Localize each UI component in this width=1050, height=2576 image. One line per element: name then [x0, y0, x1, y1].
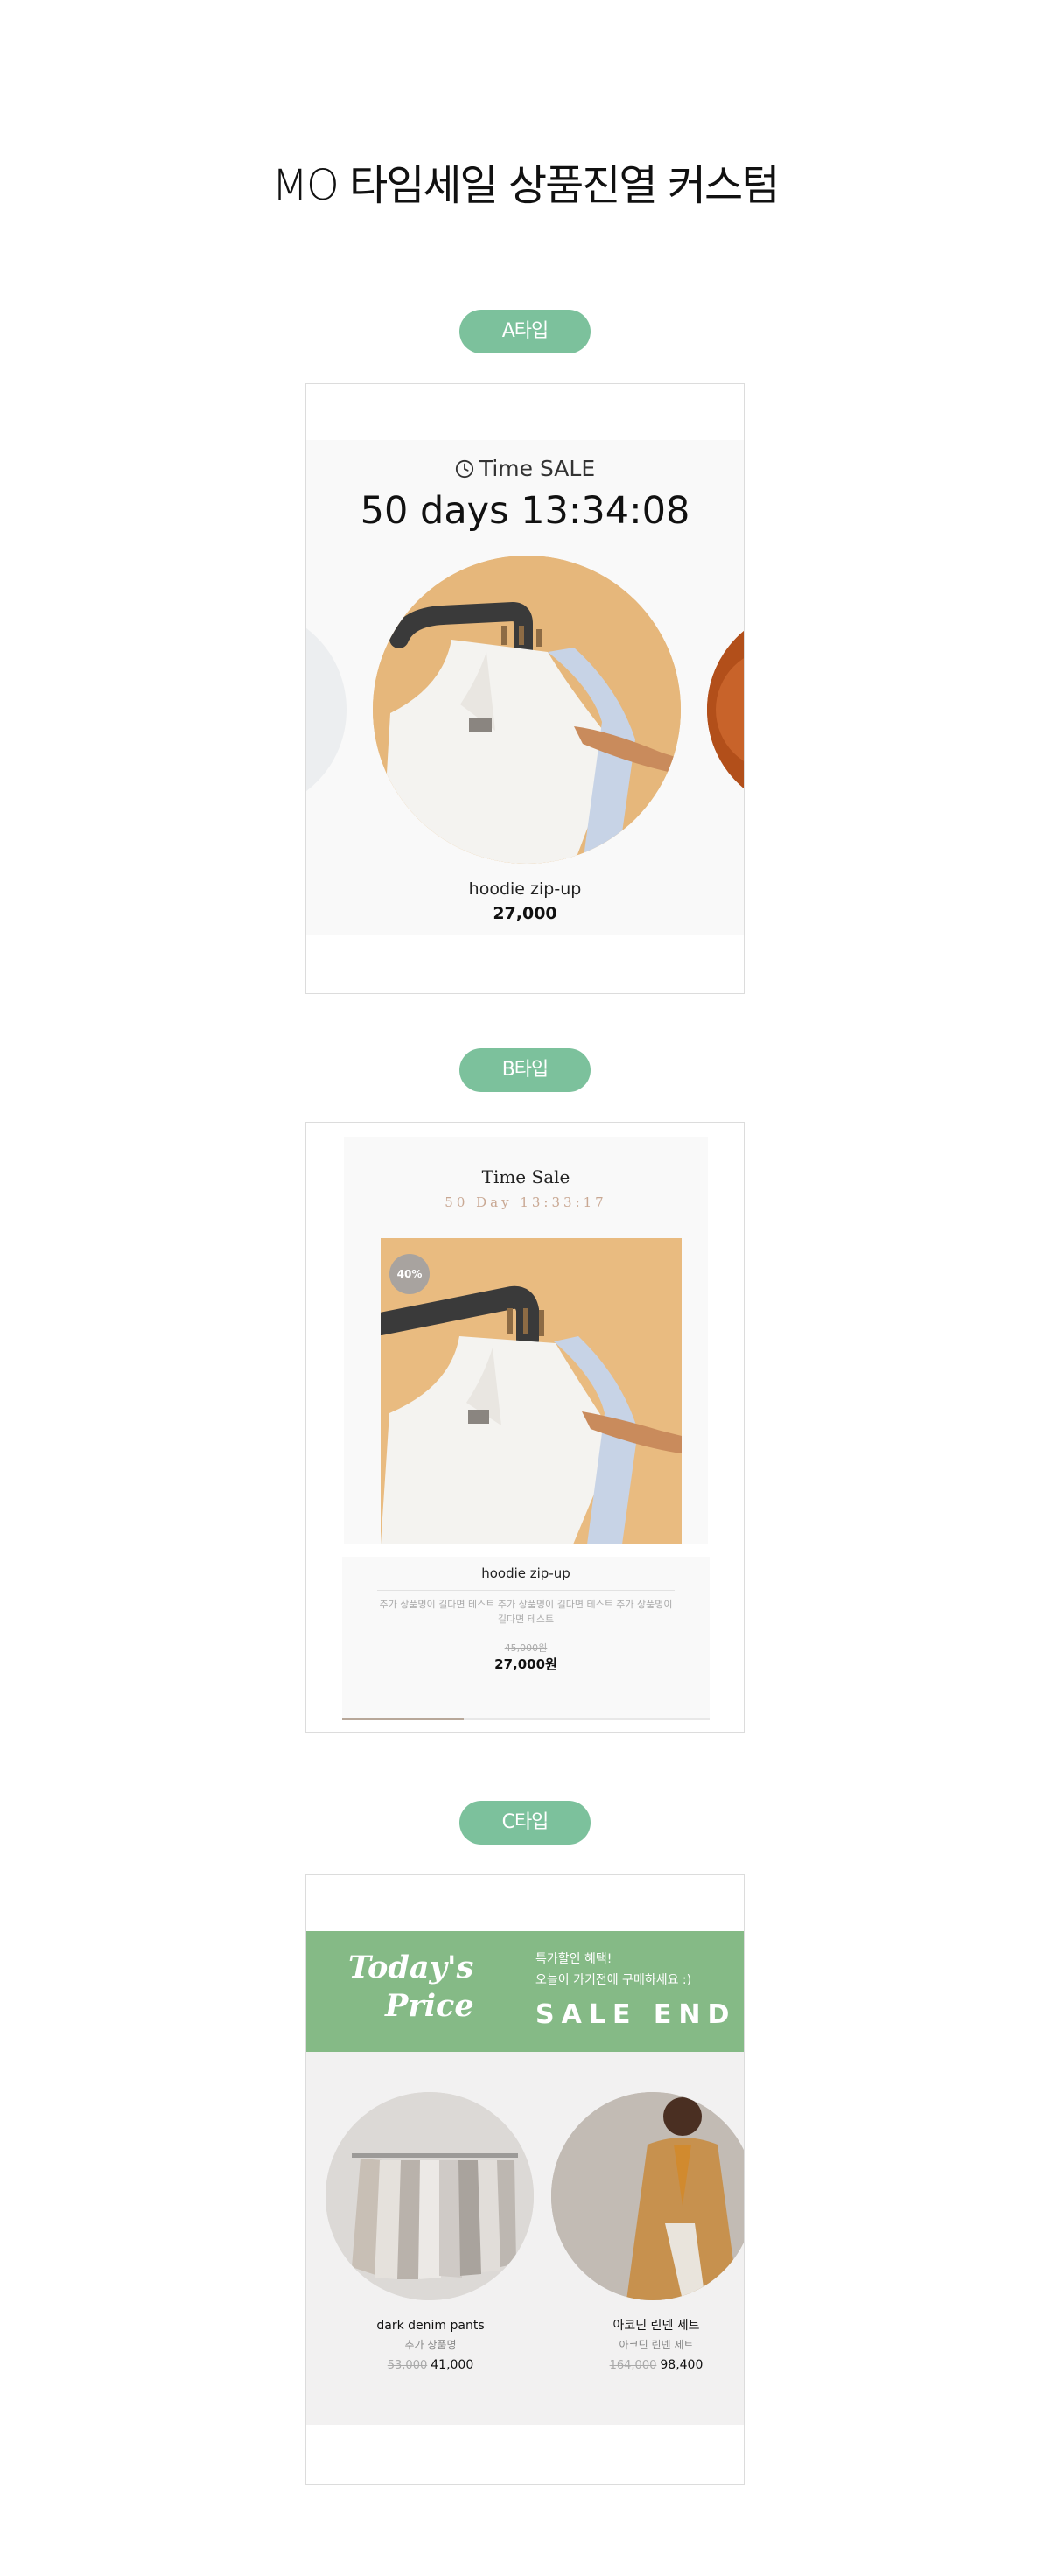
a-next-product-image[interactable] [707, 608, 744, 811]
b-product-description: 추가 상품명이 길다면 테스트 추가 상품명이 길다면 테스트 추가 상품명이 … [379, 1599, 673, 1625]
badge-b-type: B타입 [459, 1048, 591, 1092]
discount-badge: 40% [389, 1254, 430, 1294]
page-title: MO 타임세일 상품진열 커스텀 [271, 161, 780, 210]
a-product-name[interactable]: hoodie zip-up [306, 879, 744, 899]
b-original-price: 45,000원 [504, 1642, 548, 1654]
c-banner-copy-line1: 특가할인 혜택! [536, 1952, 612, 1966]
shirt-hanger-photo [373, 556, 681, 864]
b-progress-bar [342, 1718, 710, 1720]
c-product-2-info: 아코딘 린넨 세트 아코딘 린넨 세트 164,000 98,400 [551, 2316, 744, 2376]
b-timesale-area: Time Sale 50 Day 13:33:17 40% [344, 1137, 708, 1544]
c-product-2-name[interactable]: 아코딘 린넨 세트 [551, 2316, 744, 2335]
c-product-1-prices: 53,000 41,000 [326, 2355, 536, 2376]
frame-c-type: Today's Price 특가할인 혜택! 오늘이 가기전에 구매하세요 :)… [305, 1874, 745, 2485]
man-camel-coat-photo [551, 2092, 744, 2300]
c-banner-title-line2: Price [385, 1988, 474, 2024]
c-banner-title-line1: Today's [348, 1950, 474, 1985]
c-sale-banner: Today's Price 특가할인 혜택! 오늘이 가기전에 구매하세요 :)… [306, 1931, 744, 2052]
c-product-image-1[interactable] [326, 2092, 534, 2300]
badge-c-type: C타입 [459, 1801, 591, 1844]
frame-a-type: Time SALE 50 days 13:34:08 hoodie zip-up [305, 383, 745, 994]
c-product-2-subtitle: 아코딘 린넨 세트 [619, 2339, 694, 2351]
a-timesale-label: Time SALE [479, 456, 596, 481]
c-product-1-subtitle: 추가 상품명 [404, 2339, 457, 2351]
b-timesale-label: Time Sale [481, 1166, 570, 1187]
b-product-info: hoodie zip-up 추가 상품명이 길다면 테스트 추가 상품명이 길다… [342, 1557, 710, 1718]
b-product-image[interactable]: 40% [381, 1238, 682, 1544]
b-product-name[interactable]: hoodie zip-up [342, 1565, 710, 1581]
divider [377, 1590, 675, 1591]
b-countdown-timer: 50 Day 13:33:17 [444, 1194, 607, 1210]
badge-a-type: A타입 [459, 310, 591, 354]
c-product-list: dark denim pants 추가 상품명 53,000 41,000 아코딘… [306, 2052, 744, 2425]
frame-b-type: Time Sale 50 Day 13:33:17 40% hoodie zip… [305, 1122, 745, 1732]
b-progress-fill [342, 1718, 464, 1720]
c-product-image-2[interactable] [551, 2092, 744, 2300]
clothes-rack-photo [326, 2092, 534, 2300]
a-countdown-timer: 50 days 13:34:08 [360, 489, 690, 533]
a-product-image[interactable] [373, 556, 681, 864]
a-product-price: 27,000 [493, 904, 557, 923]
a-timesale-label-row: Time SALE [306, 456, 744, 481]
c-banner-title: Today's Price [348, 1949, 497, 2026]
a-timesale-area: Time SALE 50 days 13:34:08 hoodie zip-up [306, 440, 744, 935]
c-product-1-info: dark denim pants 추가 상품명 53,000 41,000 [326, 2316, 536, 2376]
c-sale-end-text: SALE END [536, 1999, 737, 2030]
c-product-2-sale-price: 98,400 [660, 2358, 704, 2372]
c-product-2-original-price: 164,000 [609, 2359, 657, 2372]
c-product-1-sale-price: 41,000 [430, 2358, 474, 2372]
c-banner-copy-line2: 오늘이 가기전에 구매하세요 :) [536, 1973, 692, 1987]
c-banner-copy: 특가할인 혜택! 오늘이 가기전에 구매하세요 :) [536, 1949, 691, 1991]
a-prev-product-image[interactable] [306, 608, 346, 811]
b-sale-price: 27,000원 [494, 1656, 557, 1672]
c-product-1-original-price: 53,000 [387, 2359, 428, 2372]
c-product-2-prices: 164,000 98,400 [551, 2355, 744, 2376]
clock-icon [455, 459, 473, 479]
c-product-1-name[interactable]: dark denim pants [326, 2316, 536, 2335]
